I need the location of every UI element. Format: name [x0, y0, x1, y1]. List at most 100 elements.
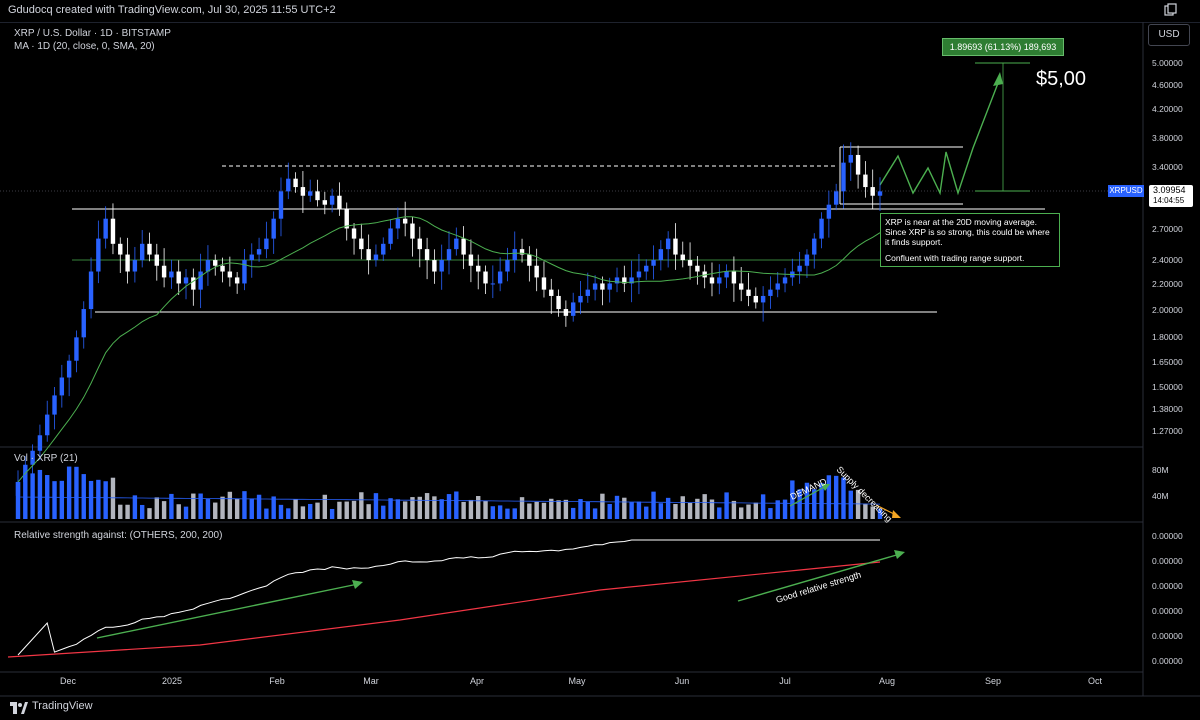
time-tick: Dec — [60, 676, 77, 686]
volume-bar — [497, 505, 503, 519]
rs-tick: 0.00000 — [1152, 581, 1183, 591]
rs-legend[interactable]: Relative strength against: (OTHERS, 200,… — [14, 530, 222, 541]
candle-body — [600, 283, 605, 290]
volume-bar — [578, 499, 583, 519]
volume-bar — [183, 506, 189, 519]
volume-bar — [213, 502, 218, 519]
candle-body — [833, 191, 839, 205]
candle-body — [88, 271, 94, 310]
candle-body — [570, 302, 576, 316]
volume-bar — [351, 500, 357, 519]
candle-body — [476, 265, 481, 272]
volume-bar — [110, 477, 116, 519]
volume-bar — [132, 495, 138, 519]
volume-bar — [30, 473, 35, 519]
candle-body — [841, 162, 846, 192]
candle-body — [644, 265, 649, 272]
volume-bar — [731, 500, 737, 519]
candle-body — [592, 283, 598, 290]
price-tick: 2.70000 — [1152, 224, 1183, 234]
volume-bar — [753, 502, 759, 519]
candle-body — [264, 238, 269, 250]
candle-body — [351, 228, 357, 239]
volume-bar — [468, 499, 474, 519]
volume-bar — [658, 503, 664, 519]
candle-body — [578, 295, 583, 303]
candle-body — [139, 243, 145, 261]
volume-bar — [746, 504, 751, 519]
bottom-bar — [0, 696, 1200, 720]
volume-legend[interactable]: Vol · XRP (21) — [14, 453, 78, 464]
candle-body — [359, 238, 364, 250]
volume-tick: 40M — [1152, 491, 1169, 501]
volume-bar — [665, 497, 671, 519]
candle-body — [249, 254, 254, 261]
candle-body — [410, 223, 415, 239]
candle-body — [191, 277, 196, 290]
price-tick: 1.50000 — [1152, 382, 1183, 392]
candle-body — [315, 191, 320, 201]
symbol-legend[interactable]: XRP / U.S. Dollar · 1D · BITSTAMP — [14, 28, 171, 39]
candle-body — [373, 254, 379, 261]
volume-bar — [220, 496, 225, 519]
candle-body — [468, 254, 474, 266]
candle-body — [278, 191, 284, 219]
currency-button[interactable]: USD — [1148, 24, 1190, 46]
time-tick: Jun — [675, 676, 690, 686]
candle-body — [424, 249, 430, 261]
candle-body — [549, 289, 554, 296]
volume-bar — [198, 493, 203, 519]
candle-body — [855, 154, 861, 175]
price-tick: 3.40000 — [1152, 162, 1183, 172]
volume-bar — [227, 491, 233, 519]
rs-tick: 0.00000 — [1152, 656, 1183, 666]
candle-body — [541, 277, 547, 290]
price-tick: 4.60000 — [1152, 80, 1183, 90]
candle-body — [651, 260, 656, 266]
volume-bar — [739, 507, 744, 519]
rs-tick: 0.00000 — [1152, 531, 1183, 541]
ma-legend[interactable]: MA · 1D (20, close, 0, SMA, 20) — [14, 41, 155, 52]
volume-bar — [717, 507, 722, 519]
volume-bar — [66, 466, 72, 519]
volume-bar — [424, 493, 430, 519]
time-tick: Mar — [363, 676, 379, 686]
price-tick: 5.00000 — [1152, 58, 1183, 68]
volume-bar — [833, 475, 839, 519]
candle-body — [797, 265, 802, 272]
note-line-1: XRP is near at the 20D moving average. S… — [885, 217, 1050, 247]
volume-bar — [59, 480, 65, 519]
candle-body — [585, 289, 590, 296]
candle-body — [96, 238, 101, 272]
volume-bar — [315, 502, 320, 519]
volume-bar — [454, 491, 459, 519]
chart-canvas[interactable]: 5.000004.600004.200003.800003.400003.000… — [0, 0, 1200, 720]
volume-bar — [432, 496, 437, 519]
volume-bar — [81, 474, 86, 519]
candle-body — [183, 277, 189, 284]
candle-body — [74, 337, 79, 361]
volume-bar — [329, 508, 335, 519]
volume-bar — [322, 494, 328, 519]
candle-body — [497, 271, 503, 284]
candle-body — [804, 254, 810, 266]
candle-body — [366, 249, 371, 261]
candle-body — [329, 195, 335, 205]
candle-body — [614, 277, 620, 284]
volume-bar — [607, 503, 612, 519]
candle-body — [81, 309, 86, 338]
volume-bar — [483, 500, 488, 519]
volume-bar — [476, 496, 481, 519]
candle-body — [227, 271, 233, 278]
volume-bar — [461, 501, 466, 519]
volume-bar — [534, 501, 539, 519]
volume-bar — [308, 503, 313, 519]
candle-body — [490, 283, 496, 285]
candle-body — [37, 435, 43, 451]
time-tick: Feb — [269, 676, 285, 686]
volume-bar — [125, 504, 130, 519]
volume-bar — [848, 490, 853, 519]
tradingview-brand[interactable]: TradingView — [32, 700, 93, 712]
volume-bar — [74, 466, 79, 519]
candle-body — [242, 260, 247, 284]
